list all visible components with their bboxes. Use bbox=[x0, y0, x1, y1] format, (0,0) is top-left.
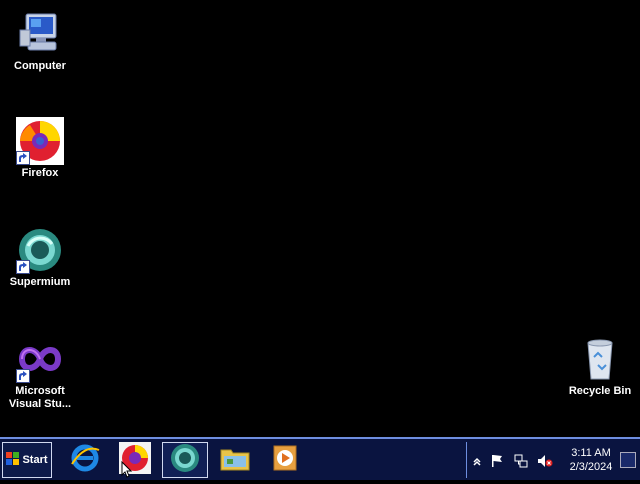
taskbar-button-supermium[interactable] bbox=[162, 442, 208, 478]
desktop-icon-label: Computer bbox=[14, 60, 66, 72]
system-tray: 3:11 AM 2/3/2024 bbox=[466, 442, 638, 478]
desktop-icon-label: Firefox bbox=[21, 167, 59, 179]
shortcut-arrow-icon bbox=[16, 151, 30, 165]
folder-icon bbox=[219, 442, 251, 479]
clock-date: 2/3/2024 bbox=[569, 461, 613, 473]
mouse-cursor-icon bbox=[121, 460, 133, 484]
flag-icon[interactable] bbox=[489, 453, 505, 469]
start-label: Start bbox=[22, 454, 48, 466]
clock-time: 3:11 AM bbox=[571, 447, 611, 459]
firefox-icon bbox=[16, 117, 64, 165]
visual-studio-icon bbox=[16, 335, 64, 383]
shortcut-arrow-icon bbox=[16, 260, 30, 274]
desktop-icon-visual-studio[interactable]: Microsoft Visual Stu... bbox=[0, 335, 80, 411]
desktop-icon-computer[interactable]: Computer bbox=[0, 10, 80, 73]
desktop-icon-label: Recycle Bin bbox=[568, 385, 632, 397]
taskbar-button-media-player[interactable] bbox=[262, 442, 308, 478]
windows-logo-icon bbox=[6, 451, 20, 469]
desktop-icon-label: Supermium bbox=[9, 276, 71, 288]
chevron-up-icon[interactable] bbox=[469, 453, 485, 469]
clock[interactable]: 3:11 AM 2/3/2024 bbox=[561, 446, 621, 474]
desktop: Computer Firefox Supermium Microsoft Vis… bbox=[0, 0, 640, 437]
supermium-icon bbox=[16, 226, 64, 274]
taskbar-button-firefox[interactable] bbox=[112, 441, 158, 478]
desktop-icon-firefox[interactable]: Firefox bbox=[0, 117, 80, 180]
show-desktop-button[interactable] bbox=[620, 452, 636, 468]
desktop-icon-label: Microsoft Visual Stu... bbox=[8, 385, 72, 410]
taskbar-button-file-explorer[interactable] bbox=[212, 442, 258, 478]
taskbar: Start 3:11 AM 2/3/2024 bbox=[0, 437, 640, 480]
volume-muted-icon[interactable] bbox=[537, 453, 553, 469]
start-button[interactable]: Start bbox=[2, 442, 52, 478]
network-icon[interactable] bbox=[513, 453, 529, 469]
taskbar-button-internet-explorer[interactable] bbox=[62, 442, 108, 478]
desktop-icon-supermium[interactable]: Supermium bbox=[0, 226, 80, 289]
shortcut-arrow-icon bbox=[16, 369, 30, 383]
computer-icon bbox=[16, 10, 64, 58]
recycle-bin-icon bbox=[576, 335, 624, 383]
desktop-icon-recycle-bin[interactable]: Recycle Bin bbox=[560, 335, 640, 398]
internet-explorer-icon bbox=[69, 442, 101, 479]
supermium-icon bbox=[169, 442, 201, 479]
media-player-icon bbox=[269, 442, 301, 479]
